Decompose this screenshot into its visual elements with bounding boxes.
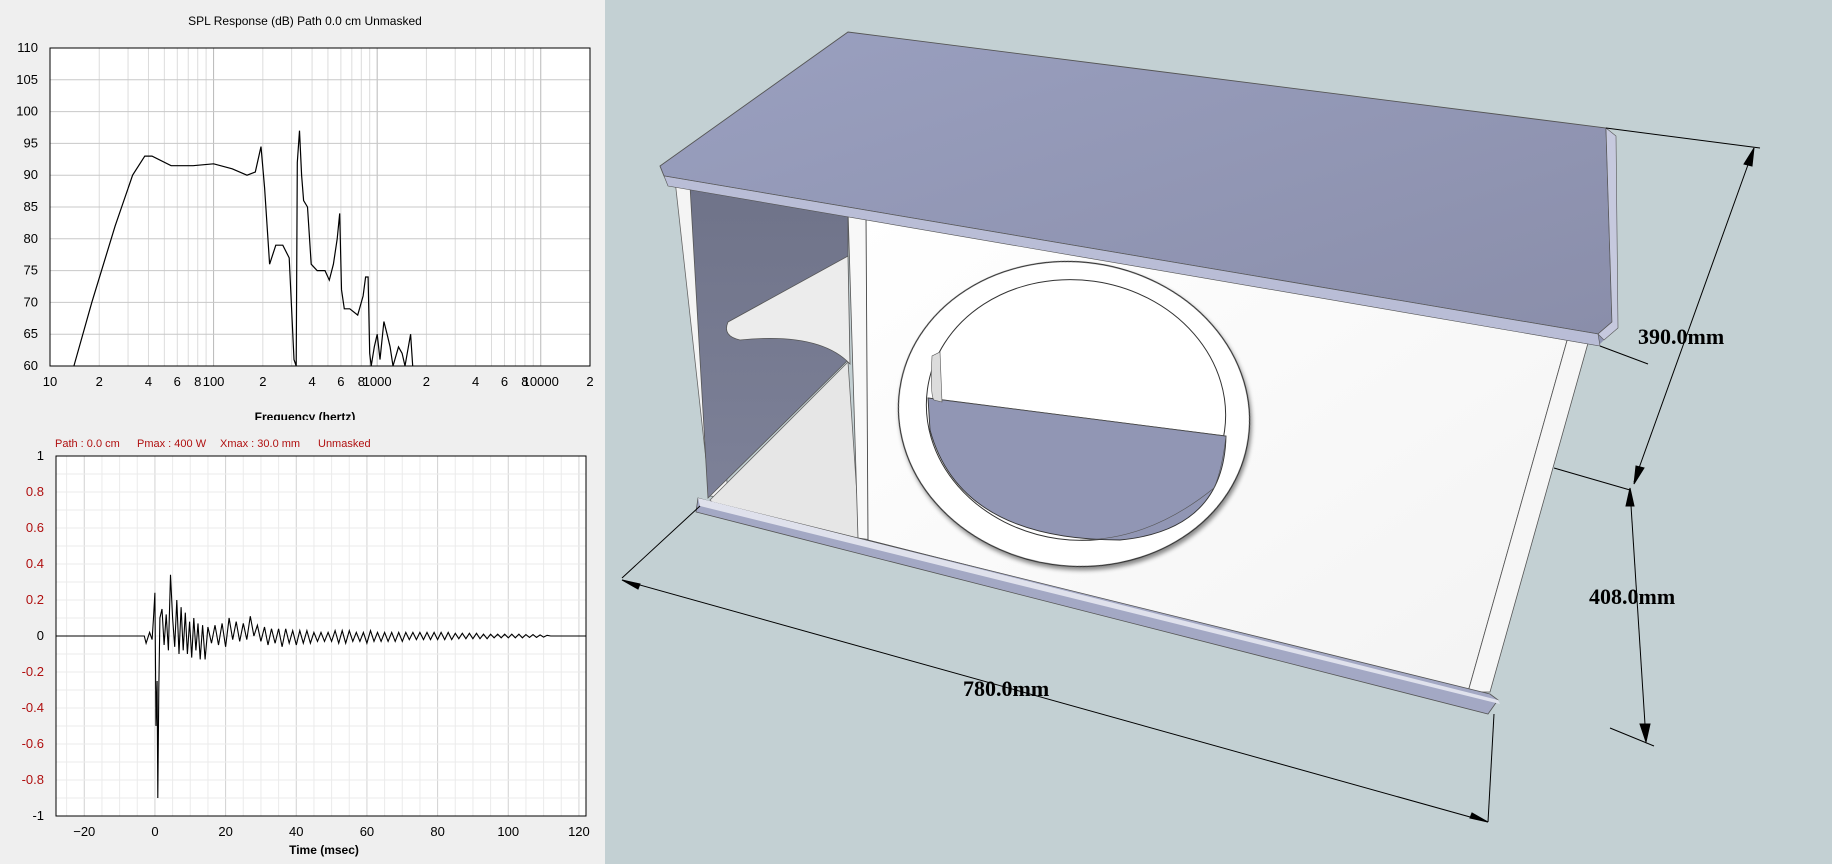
spl-x-tick-label: 2	[586, 374, 593, 389]
spl-x-tick-label: 10	[43, 374, 57, 389]
impulse-y-tick-label: -0.2	[22, 664, 44, 679]
spl-x-tick-label: 6	[174, 374, 181, 389]
spl-chart-title: SPL Response (dB) Path 0.0 cm Unmasked	[188, 14, 422, 28]
impulse-x-tick-label: 120	[568, 824, 590, 839]
spl-x-tick-label: 4	[472, 374, 479, 389]
impulse-y-tick-label: -0.8	[22, 772, 44, 787]
spl-y-tick-label: 70	[24, 294, 38, 309]
spl-x-tick-label: 8	[194, 374, 201, 389]
enclosure-3d-view[interactable]: 780.0mm 408.0mm 390.0mm	[605, 0, 1832, 864]
spl-y-tick-label: 100	[16, 104, 38, 119]
status-xmax: Xmax : 30.0 mm	[220, 438, 300, 450]
impulse-y-tick-label: -0.6	[22, 736, 44, 751]
status-mask: Unmasked	[318, 438, 371, 450]
spl-x-axis-label: Frequency (hertz)	[255, 410, 356, 420]
spl-y-tick-label: 60	[24, 358, 38, 373]
spl-x-tick-label: 2	[259, 374, 266, 389]
impulse-y-tick-label: 0.8	[26, 484, 44, 499]
impulse-x-axis-label: Time (msec)	[289, 843, 359, 857]
spl-y-tick-label: 80	[24, 231, 38, 246]
spl-y-tick-label: 75	[24, 263, 38, 278]
impulse-y-tick-label: 1	[37, 448, 44, 463]
impulse-x-tick-label: −20	[73, 824, 95, 839]
impulse-y-tick-label: 0.2	[26, 592, 44, 607]
simulation-panel: SPL Response (dB) Path 0.0 cm Unmasked F…	[0, 0, 605, 864]
spl-x-tick-label: 6	[337, 374, 344, 389]
status-path: Path : 0.0 cm	[55, 438, 120, 450]
spl-x-tick-label: 4	[145, 374, 152, 389]
spl-x-tick-label: 2	[96, 374, 103, 389]
impulse-status-bar: Path : 0.0 cm Pmax : 400 W Xmax : 30.0 m…	[55, 438, 371, 450]
spl-x-tick-label: 2	[423, 374, 430, 389]
spl-y-tick-label: 95	[24, 135, 38, 150]
spl-y-tick-label: 90	[24, 167, 38, 182]
impulse-y-tick-label: 0.4	[26, 556, 44, 571]
width-dimension-label: 780.0mm	[963, 676, 1050, 701]
impulse-y-tick-label: 0.6	[26, 520, 44, 535]
impulse-x-tick-label: 0	[151, 824, 158, 839]
spl-y-tick-label: 110	[17, 40, 38, 55]
impulse-x-tick-label: 80	[430, 824, 444, 839]
spl-x-tick-label: 1000	[363, 374, 392, 389]
spl-y-tick-label: 105	[16, 72, 38, 87]
spl-y-tick-label: 85	[24, 199, 38, 214]
impulse-response-chart: Path : 0.0 cm Pmax : 400 W Xmax : 30.0 m…	[22, 438, 590, 857]
depth-dimension-label: 390.0mm	[1638, 324, 1725, 349]
impulse-y-tick-label: -1	[32, 808, 44, 823]
spl-x-tick-label: 6	[501, 374, 508, 389]
impulse-y-tick-label: -0.4	[22, 700, 44, 715]
enclosure-model	[621, 31, 1761, 823]
spl-y-tick-label: 65	[24, 326, 38, 341]
spl-response-chart: SPL Response (dB) Path 0.0 cm Unmasked F…	[16, 14, 593, 420]
spl-x-tick-label: 4	[308, 374, 315, 389]
impulse-x-tick-label: 20	[218, 824, 232, 839]
height-dimension-label: 408.0mm	[1589, 584, 1676, 609]
impulse-x-tick-label: 60	[360, 824, 374, 839]
status-pmax: Pmax : 400 W	[137, 438, 207, 450]
spl-x-tick-label: 100	[203, 374, 225, 389]
impulse-x-tick-label: 40	[289, 824, 303, 839]
impulse-y-tick-label: 0	[37, 628, 44, 643]
spl-x-tick-label: 10000	[523, 374, 559, 389]
impulse-x-tick-label: 100	[497, 824, 519, 839]
